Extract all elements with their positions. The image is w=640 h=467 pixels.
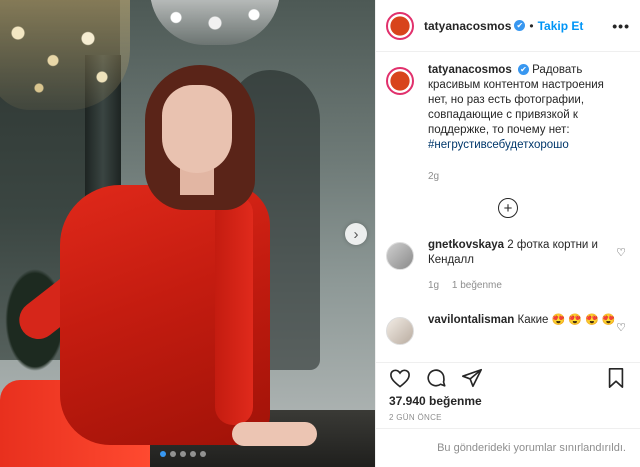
carousel-dot: [170, 451, 176, 457]
commenter-avatar[interactable]: [386, 317, 414, 345]
post-date: 2 GÜN ÖNCE: [389, 413, 442, 422]
author-avatar[interactable]: [386, 11, 414, 40]
author-username[interactable]: tatyanacosmos: [424, 19, 511, 33]
carousel-dot: [190, 451, 196, 457]
caption: tatyanacosmos ✔ Радовать красивым контен…: [386, 63, 630, 184]
follow-button[interactable]: Takip Et: [538, 19, 584, 33]
hand: [232, 422, 317, 446]
carousel-next-button[interactable]: ›: [345, 223, 367, 245]
post-actions: [376, 362, 640, 392]
comment-username[interactable]: gnetkovskaya: [428, 239, 504, 251]
plus-icon: +: [503, 199, 513, 217]
share-icon[interactable]: [460, 366, 484, 390]
comment-text: Какие: [517, 314, 549, 326]
verified-icon: ✔: [514, 20, 526, 31]
chandelier-left: [0, 0, 130, 110]
comment-like-heart-icon[interactable]: ♡: [616, 321, 626, 334]
comment-age: 1g: [428, 280, 440, 291]
right-arm: [215, 195, 253, 425]
comment-username[interactable]: vavilontalisman: [428, 314, 514, 326]
carousel-dot: [160, 451, 166, 457]
heart-icon[interactable]: [388, 366, 412, 390]
post-sidebar: tatyanacosmos ✔ • Takip Et ••• tatyanaco…: [375, 0, 640, 467]
comment-item: gnetkovskaya 2 фотка кортни и Кендалл 1g…: [386, 238, 630, 293]
comment-emojis: 😍 😍 😍 😍: [551, 314, 616, 326]
face: [162, 85, 232, 173]
commenter-avatar[interactable]: [386, 242, 414, 270]
header-separator: •: [529, 18, 534, 33]
chevron-right-icon: ›: [353, 225, 359, 243]
comment-likes[interactable]: 1 beğenme: [452, 280, 502, 291]
comments-limited-notice: Bu gönderideki yorumlar sınırlandırıldı.: [376, 428, 640, 467]
caption-avatar[interactable]: [386, 67, 414, 95]
more-options-button[interactable]: •••: [612, 18, 630, 34]
load-more-comments-button[interactable]: +: [498, 198, 518, 218]
comment-item: vavilontalisman Какие 😍 😍 😍 😍 ♡: [386, 313, 630, 345]
verified-icon: ✔: [517, 64, 529, 76]
carousel-indicator: [160, 451, 206, 457]
comment-icon[interactable]: [424, 366, 448, 390]
caption-age: 2g: [428, 171, 440, 182]
comments-section[interactable]: tatyanacosmos ✔ Радовать красивым контен…: [376, 53, 640, 353]
post-header: tatyanacosmos ✔ • Takip Et •••: [376, 0, 640, 52]
likes-count[interactable]: 37.940 beğenme: [389, 394, 482, 408]
caption-hashtag[interactable]: #негрустивсебудетхорошо: [428, 139, 569, 151]
chandelier-top: [150, 0, 280, 45]
carousel-dot: [200, 451, 206, 457]
carousel-dot: [180, 451, 186, 457]
caption-username[interactable]: tatyanacosmos: [428, 64, 512, 76]
post-photo[interactable]: ›: [0, 0, 375, 467]
bookmark-icon[interactable]: [604, 366, 628, 390]
comment-like-heart-icon[interactable]: ♡: [616, 246, 626, 259]
